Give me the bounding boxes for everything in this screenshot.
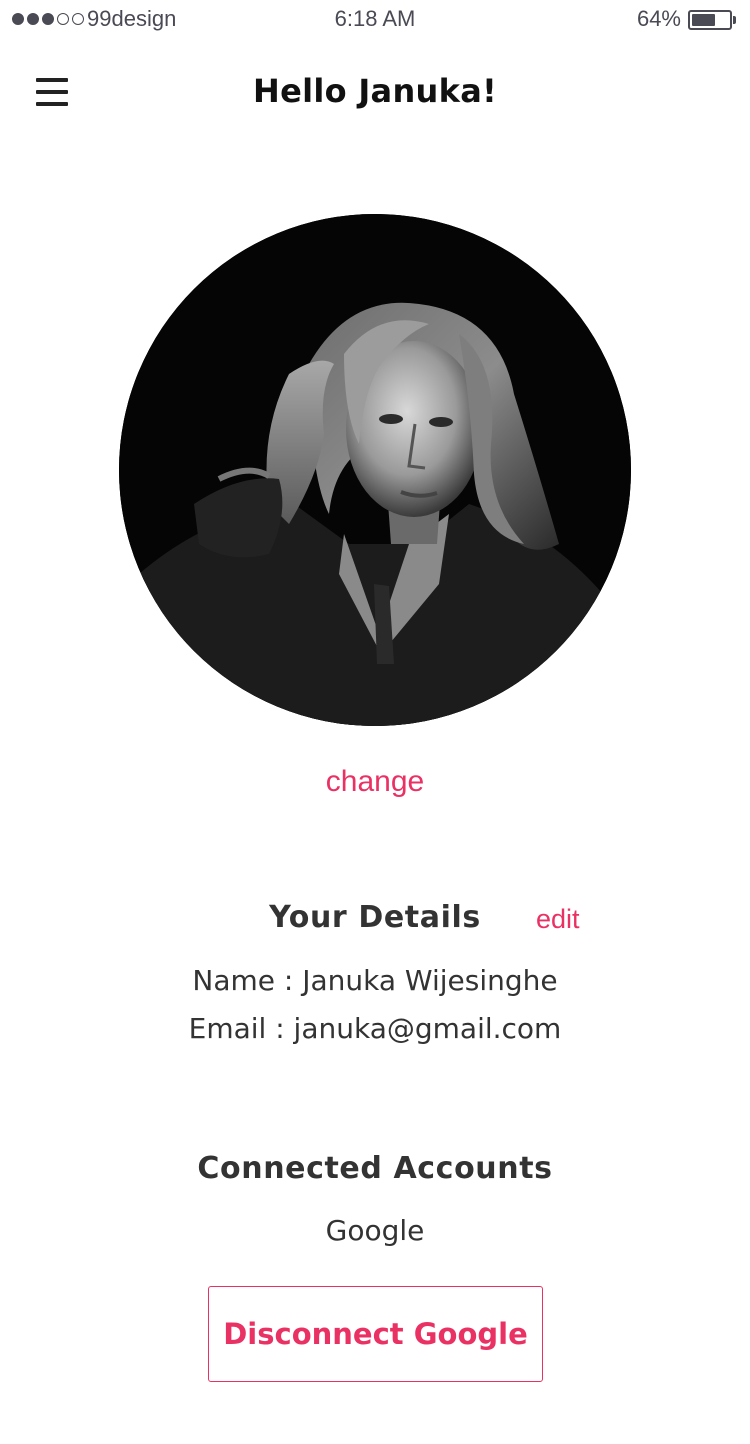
user-email-line: Email : januka@gmail.com	[188, 1012, 562, 1045]
battery-percentage: 64%	[636, 6, 681, 31]
connected-accounts-heading: Connected Accounts	[197, 1151, 553, 1186]
nav-bar: Hello Januka!	[0, 56, 750, 128]
status-bar: 99design 6:18 AM 64%	[0, 0, 750, 40]
battery-icon	[688, 10, 732, 30]
battery-level	[692, 14, 716, 26]
disconnect-google-button[interactable]: Disconnect Google	[208, 1286, 543, 1382]
battery-tip	[733, 16, 736, 24]
edit-details-link[interactable]: edit	[536, 904, 580, 935]
connected-account-name: Google	[325, 1214, 425, 1247]
your-details-heading: Your Details	[269, 900, 481, 935]
page-title: Hello Januka!	[253, 72, 497, 110]
avatar-photo	[119, 214, 631, 726]
change-photo-link[interactable]: change	[0, 765, 750, 799]
user-name-line: Name : Januka Wijesinghe	[192, 964, 558, 997]
avatar	[119, 214, 631, 726]
